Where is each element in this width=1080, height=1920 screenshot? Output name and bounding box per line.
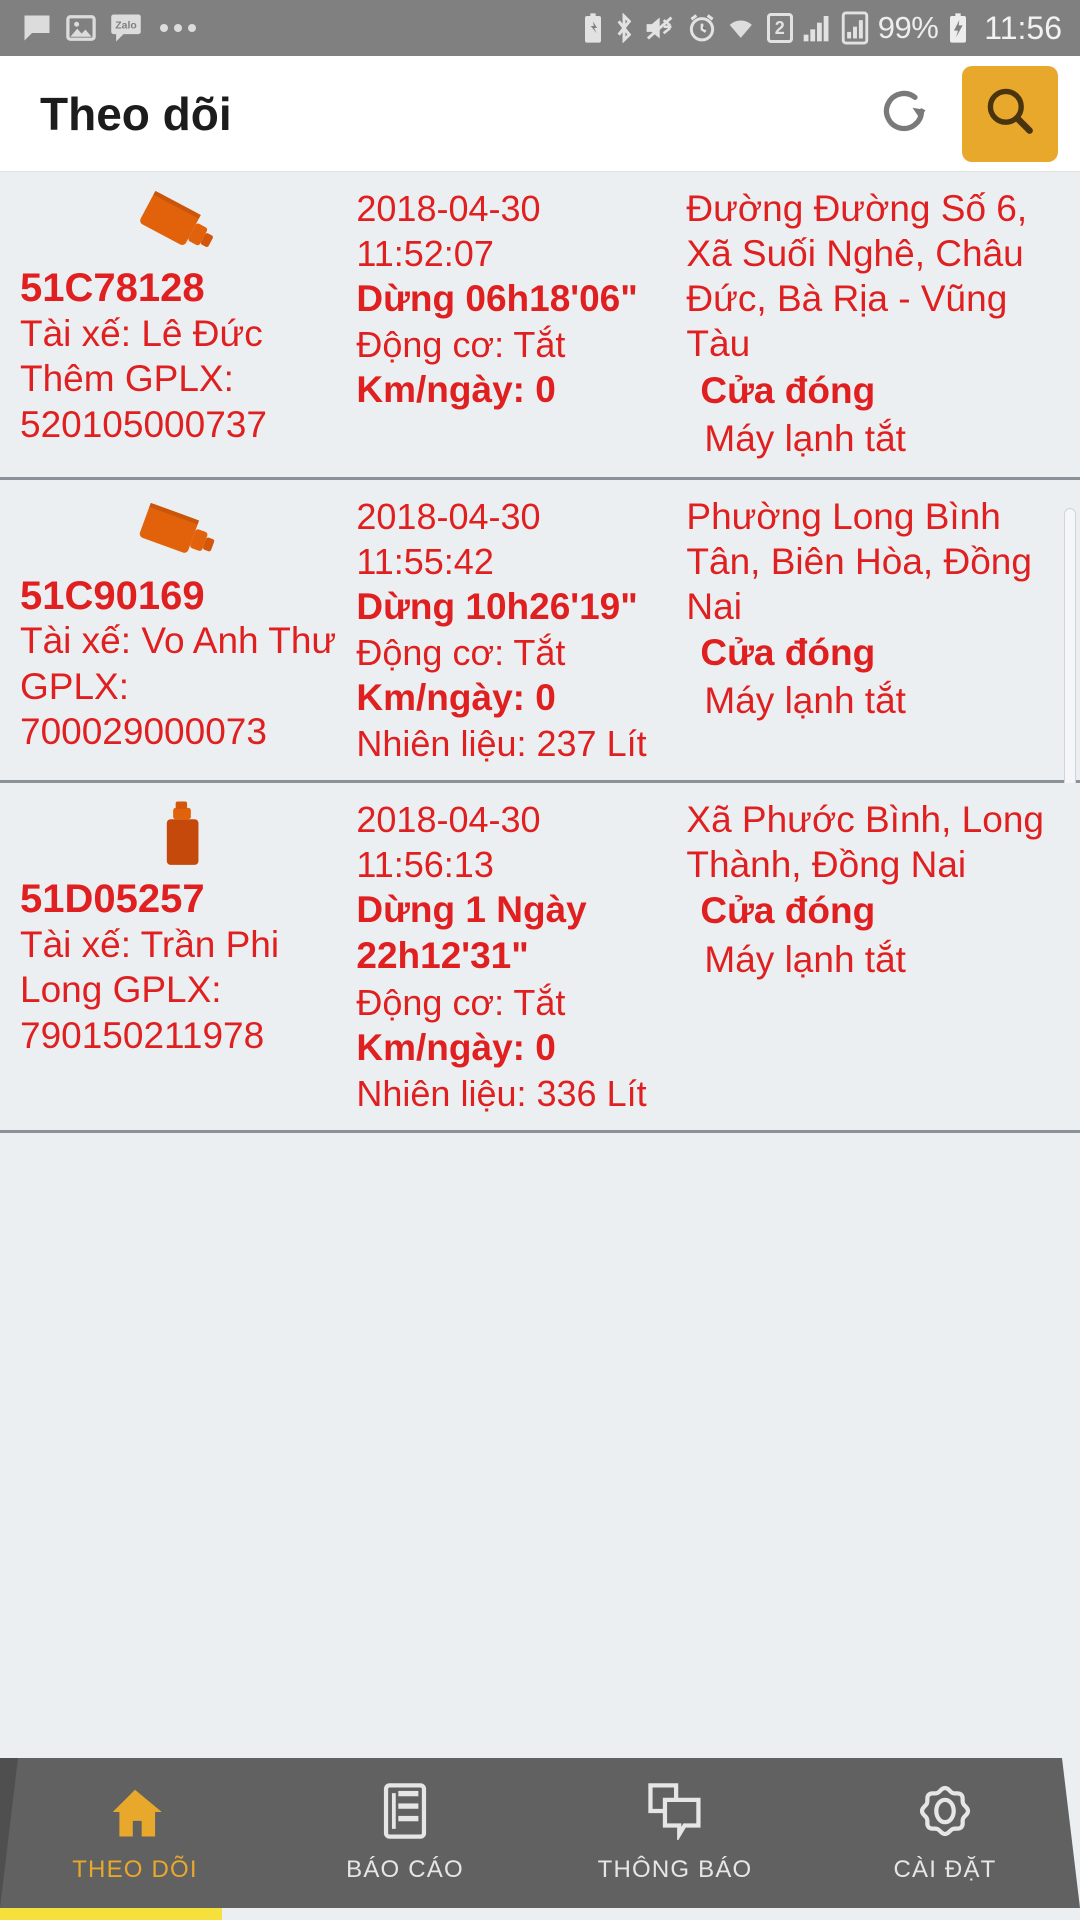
vibrate-icon [644, 13, 678, 43]
message-icon [22, 13, 52, 43]
vehicle-plate: 51D05257 [20, 877, 205, 922]
fuel-level: Nhiên liệu: 336 Lít [356, 1072, 647, 1114]
status-timestamp: 2018-04-30 11:56:13 [356, 799, 541, 886]
location-column: Đường Đường Số 6, Xã Suối Nghê, Châu Đức… [680, 186, 1080, 463]
location-column: Xã Phước Bình, Long Thành, Đồng Nai Cửa … [680, 797, 1080, 1116]
ac-status: Máy lạnh tắt [704, 417, 906, 459]
ac-status: Máy lạnh tắt [704, 938, 906, 980]
status-column: 2018-04-30 11:55:42 Dừng 10h26'19" Động … [356, 494, 680, 767]
address-text: Xã Phước Bình, Long Thành, Đồng Nai [686, 799, 1044, 886]
stop-duration: Dừng 1 Ngày 22h12'31" [356, 889, 587, 977]
app-bar: Theo dõi [0, 56, 1080, 172]
door-status: Cửa đóng [700, 890, 876, 932]
svg-text:Zalo: Zalo [115, 21, 137, 32]
nav-item-thong-bao[interactable]: THÔNG BÁO [540, 1758, 810, 1908]
vehicle-list[interactable]: 51C78128 Tài xế: Lê Đức Thêm GPLX: 52010… [0, 172, 1080, 1744]
bottom-navigation: THEO DÕI BÁO CÁO THÔNG BÁO CÀI ĐẶT [0, 1744, 1080, 1920]
refresh-icon [874, 81, 934, 146]
door-status: Cửa đóng [700, 632, 876, 674]
status-column: 2018-04-30 11:52:07 Dừng 06h18'06" Động … [356, 186, 680, 463]
truck-icon [12, 797, 352, 877]
alarm-icon [687, 13, 717, 43]
engine-status: Động cơ: Tắt [356, 324, 566, 366]
stop-duration: Dừng 06h18'06" [356, 278, 638, 319]
nav-label: BÁO CÁO [346, 1856, 464, 1883]
status-timestamp: 2018-04-30 11:55:42 [356, 495, 541, 582]
page-title: Theo dõi [40, 87, 232, 140]
nav-label: THEO DÕI [72, 1856, 198, 1883]
address-text: Phường Long Bình Tân, Biên Hòa, Đồng Nai [686, 495, 1032, 627]
status-bar-clock: 11:56 [984, 9, 1062, 46]
driver-info: Tài xế: Vo Anh Thư GPLX: 700029000073 [20, 620, 347, 753]
nav-item-cai-dat[interactable]: CÀI ĐẶT [810, 1758, 1080, 1908]
km-per-day: Km/ngày: 0 [356, 369, 556, 411]
engine-status: Động cơ: Tắt [356, 981, 566, 1023]
home-icon [106, 1782, 164, 1840]
address-text: Đường Đường Số 6, Xã Suối Nghê, Châu Đức… [686, 188, 1028, 365]
bluetooth-icon [613, 12, 635, 44]
km-per-day: Km/ngày: 0 [356, 1026, 556, 1068]
vehicle-info-column: 51C90169 Tài xế: Vo Anh Thư GPLX: 700029… [0, 494, 356, 767]
bottom-nav-bar: THEO DÕI BÁO CÁO THÔNG BÁO CÀI ĐẶT [0, 1758, 1080, 1908]
location-column: Phường Long Bình Tân, Biên Hòa, Đồng Nai… [680, 494, 1080, 767]
status-bar-left-icons: Zalo [22, 13, 196, 43]
truck-icon [12, 494, 352, 574]
fuel-level: Nhiên liệu: 237 Lít [356, 723, 647, 765]
zalo-icon: Zalo [110, 13, 142, 43]
km-per-day: Km/ngày: 0 [356, 676, 556, 718]
signal-2-icon [841, 11, 869, 45]
stop-duration: Dừng 10h26'19" [356, 585, 638, 627]
vehicle-plate: 51C78128 [20, 266, 205, 310]
search-button[interactable] [962, 65, 1058, 162]
driver-info: Tài xế: Lê Đức Thêm GPLX: 520105000737 [20, 312, 273, 445]
active-tab-indicator [0, 1908, 222, 1920]
ac-status: Máy lạnh tắt [704, 680, 906, 722]
vehicle-info-column: 51C78128 Tài xế: Lê Đức Thêm GPLX: 52010… [0, 186, 356, 463]
list-item[interactable]: 51C90169 Tài xế: Vo Anh Thư GPLX: 700029… [0, 479, 1080, 838]
nav-item-theo-doi[interactable]: THEO DÕI [0, 1758, 270, 1908]
signal-1-icon [802, 12, 832, 44]
gear-icon [916, 1782, 974, 1840]
nav-item-bao-cao[interactable]: BÁO CÁO [270, 1758, 540, 1908]
battery-saver-icon [582, 12, 604, 44]
status-bar: Zalo 2 99% 11:56 [0, 0, 1080, 56]
list-item[interactable]: 51C78128 Tài xế: Lê Đức Thêm GPLX: 52010… [0, 172, 1080, 480]
vehicle-info-column: 51D05257 Tài xế: Trần Phi Long GPLX: 790… [0, 797, 356, 1116]
sim-icon: 2 [766, 13, 793, 43]
app-root: Zalo 2 99% 11:56 Theo dõi 51C78128 Tài x… [0, 0, 1080, 1920]
refresh-button[interactable] [858, 68, 950, 160]
photo-icon [66, 13, 96, 43]
status-bar-right-icons: 2 99% 11:56 [582, 10, 1062, 47]
overflow-dots-icon [160, 24, 196, 32]
list-item[interactable]: 51D05257 Tài xế: Trần Phi Long GPLX: 790… [0, 783, 1080, 1133]
report-document-icon [379, 1782, 431, 1840]
battery-percent-label: 99% [877, 10, 939, 45]
nav-label: THÔNG BÁO [597, 1856, 753, 1883]
driver-info: Tài xế: Trần Phi Long GPLX: 790150211978 [20, 923, 290, 1056]
status-column: 2018-04-30 11:56:13 Dừng 1 Ngày 22h12'31… [356, 797, 680, 1116]
truck-icon [12, 186, 352, 266]
chat-bubbles-icon [646, 1782, 704, 1840]
status-timestamp: 2018-04-30 11:52:07 [356, 188, 541, 274]
nav-label: CÀI ĐẶT [893, 1856, 997, 1883]
battery-charging-icon [947, 12, 969, 44]
wifi-icon [726, 13, 758, 43]
door-status: Cửa đóng [700, 369, 876, 411]
vehicle-plate: 51C90169 [20, 573, 205, 618]
engine-status: Động cơ: Tắt [356, 631, 566, 673]
search-icon [982, 83, 1038, 144]
